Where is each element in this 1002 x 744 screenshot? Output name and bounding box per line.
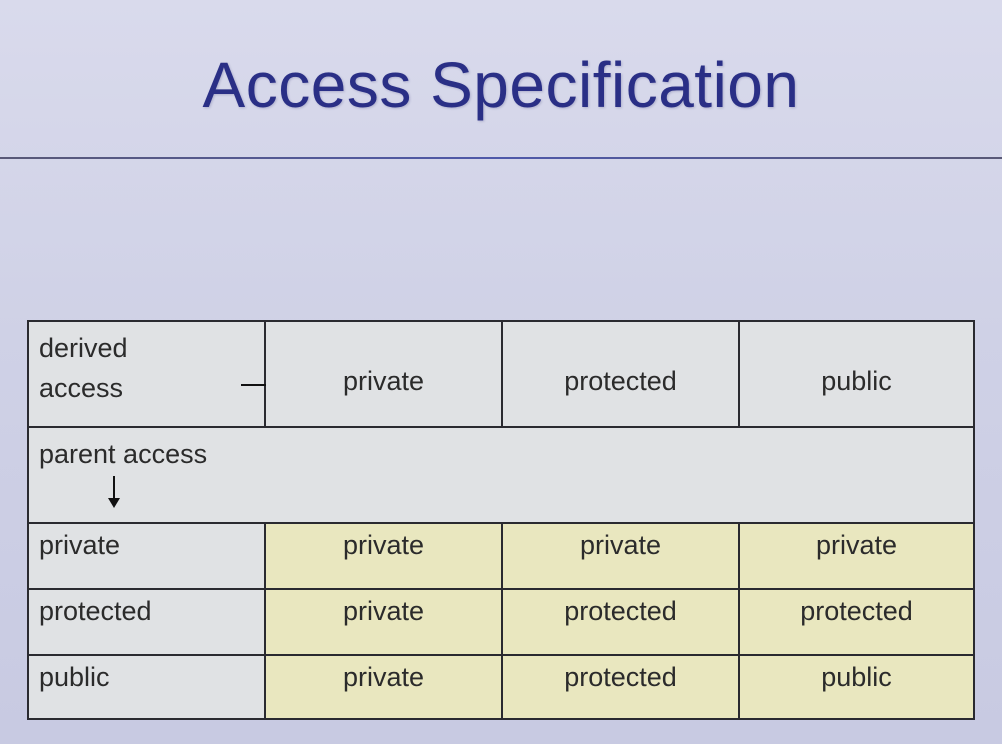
arrow-down-icon	[108, 476, 120, 508]
column-header-label: protected	[564, 365, 677, 396]
parent-access-cell: parent access	[29, 428, 973, 522]
table-cell: protected	[503, 590, 740, 654]
cell-text: public	[821, 662, 892, 692]
column-header-label: public	[821, 365, 892, 396]
table-cell: private	[740, 524, 973, 588]
corner-label-line1: derived	[39, 333, 128, 363]
table-row-protected: protected private protected protected	[29, 590, 973, 656]
corner-label-line2: access	[39, 373, 124, 403]
column-header-label: private	[342, 365, 425, 396]
parent-access-label: parent access	[39, 439, 208, 469]
corner-cell: derived access	[29, 322, 299, 426]
slide-title: Access Specification	[202, 49, 800, 121]
table-cell: private	[503, 524, 740, 588]
table-cell: private	[266, 656, 503, 718]
row-label-text: public	[39, 662, 110, 692]
row-label: protected	[29, 590, 266, 654]
row-label: public	[29, 656, 266, 718]
parent-access-row: parent access	[29, 428, 973, 524]
cell-text: private	[342, 530, 425, 560]
cell-text: protected	[564, 662, 677, 692]
cell-text: private	[342, 596, 425, 626]
column-header-public: public	[740, 322, 973, 426]
row-label: private	[29, 524, 266, 588]
column-header-private: private	[266, 322, 503, 426]
table-row-private: private private private private	[29, 524, 973, 590]
table-cell: protected	[503, 656, 740, 718]
access-table: derived access private protected public …	[27, 320, 975, 720]
corner-label: derived access	[39, 328, 128, 408]
cell-text: private	[815, 530, 898, 560]
cell-text: private	[342, 662, 425, 692]
table-cell: private	[266, 524, 503, 588]
table-cell: public	[740, 656, 973, 718]
table-cell: protected	[740, 590, 973, 654]
row-label-text: private	[39, 530, 121, 560]
column-header-protected: protected	[503, 322, 740, 426]
table-row-public: public private protected public	[29, 656, 973, 718]
table-cell: private	[266, 590, 503, 654]
cell-text: private	[579, 530, 662, 560]
cell-text: protected	[800, 596, 913, 626]
row-label-text: protected	[39, 596, 152, 626]
cell-text: protected	[564, 596, 677, 626]
header-row: derived access private protected public	[29, 322, 973, 428]
title-divider	[0, 157, 1002, 159]
